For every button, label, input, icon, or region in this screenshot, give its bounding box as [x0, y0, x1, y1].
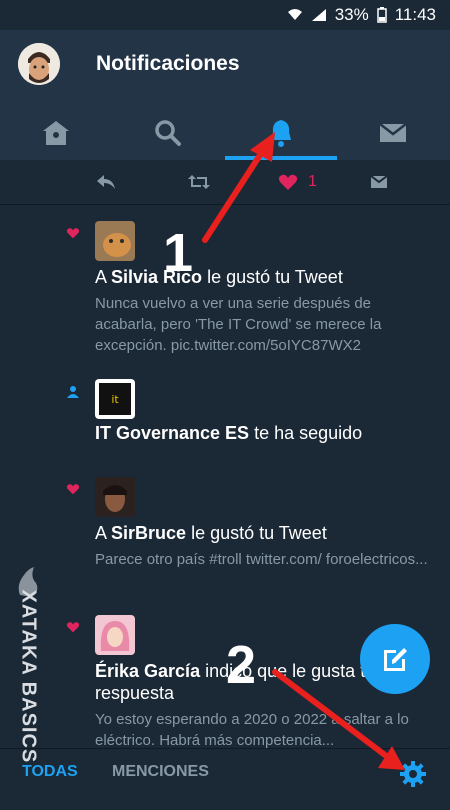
gear-icon[interactable] — [398, 759, 428, 789]
avatar[interactable] — [95, 615, 135, 655]
bell-icon — [271, 119, 291, 147]
compose-button[interactable] — [360, 624, 430, 694]
list-item[interactable]: A SirBruce le gustó tu Tweet Parece otro… — [0, 461, 450, 600]
avatar[interactable] — [18, 43, 60, 85]
tweet-text: Parece otro país #troll twitter.com/ for… — [95, 551, 428, 568]
home-icon — [43, 120, 69, 145]
app-header: Notificaciones — [0, 30, 450, 105]
notification-filters: 1 — [0, 160, 450, 205]
mail-icon — [370, 175, 388, 188]
avatar[interactable] — [95, 221, 135, 261]
tab-mentions[interactable]: MENCIONES — [112, 763, 209, 781]
user-name[interactable]: SirBruce — [111, 523, 186, 543]
follow-icon — [67, 386, 79, 398]
tab-notifications[interactable] — [225, 105, 337, 160]
tab-messages[interactable] — [337, 105, 449, 160]
mail-icon — [379, 122, 407, 142]
notification-headline: IT Governance ES te ha seguido — [95, 423, 363, 443]
wifi-icon — [287, 9, 302, 20]
filter-messages[interactable] — [370, 170, 388, 194]
tab-search[interactable] — [112, 105, 224, 160]
filter-retweets[interactable] — [187, 170, 211, 194]
list-item[interactable]: A Silvia Rico le gustó tu Tweet Nunca vu… — [0, 205, 450, 364]
notification-headline-line2: respuesta — [95, 683, 175, 703]
status-icons: 33% 11:43 — [287, 5, 436, 25]
clock: 11:43 — [394, 5, 436, 24]
annotation-number-2: 2 — [226, 635, 257, 695]
heart-icon — [66, 228, 80, 239]
user-name[interactable]: IT Governance ES — [95, 423, 249, 443]
heart-icon — [278, 174, 298, 190]
battery-percent: 33% — [334, 5, 369, 24]
status-bar: 33% 11:43 — [0, 0, 450, 30]
battery-icon — [376, 7, 387, 23]
avatar-face-icon — [18, 43, 60, 85]
page-title: Notificaciones — [96, 52, 240, 75]
list-item[interactable]: it IT Governance ES te ha seguido — [0, 363, 450, 462]
avatar[interactable]: it — [95, 379, 135, 419]
reply-icon — [97, 175, 115, 189]
watermark-text: XATAKA BASICS — [17, 589, 40, 764]
retweet-icon — [188, 175, 210, 189]
bottom-bar: TODAS MENCIONES — [0, 748, 450, 800]
search-icon — [155, 119, 181, 146]
heart-icon — [66, 484, 80, 495]
svg-text:it: it — [111, 393, 119, 406]
compose-icon — [384, 648, 407, 671]
main-tabs — [0, 105, 450, 161]
signal-icon — [311, 9, 326, 21]
tweet-text: Nunca vuelvo a ver una serie después de … — [95, 295, 382, 354]
notification-headline: A Silvia Rico le gustó tu Tweet — [95, 267, 343, 287]
user-name[interactable]: Érika García — [95, 661, 200, 681]
tweet-text: Yo estoy esperando a 2020 o 2022 a salta… — [95, 711, 409, 748]
notification-headline: A SirBruce le gustó tu Tweet — [95, 523, 327, 543]
filter-replies[interactable] — [95, 170, 117, 194]
annotation-number-1: 1 — [163, 223, 194, 283]
likes-count: 1 — [308, 173, 317, 190]
avatar[interactable] — [95, 477, 135, 517]
heart-icon — [66, 622, 80, 633]
filter-likes[interactable]: 1 — [278, 170, 317, 194]
tab-home[interactable] — [0, 105, 112, 160]
